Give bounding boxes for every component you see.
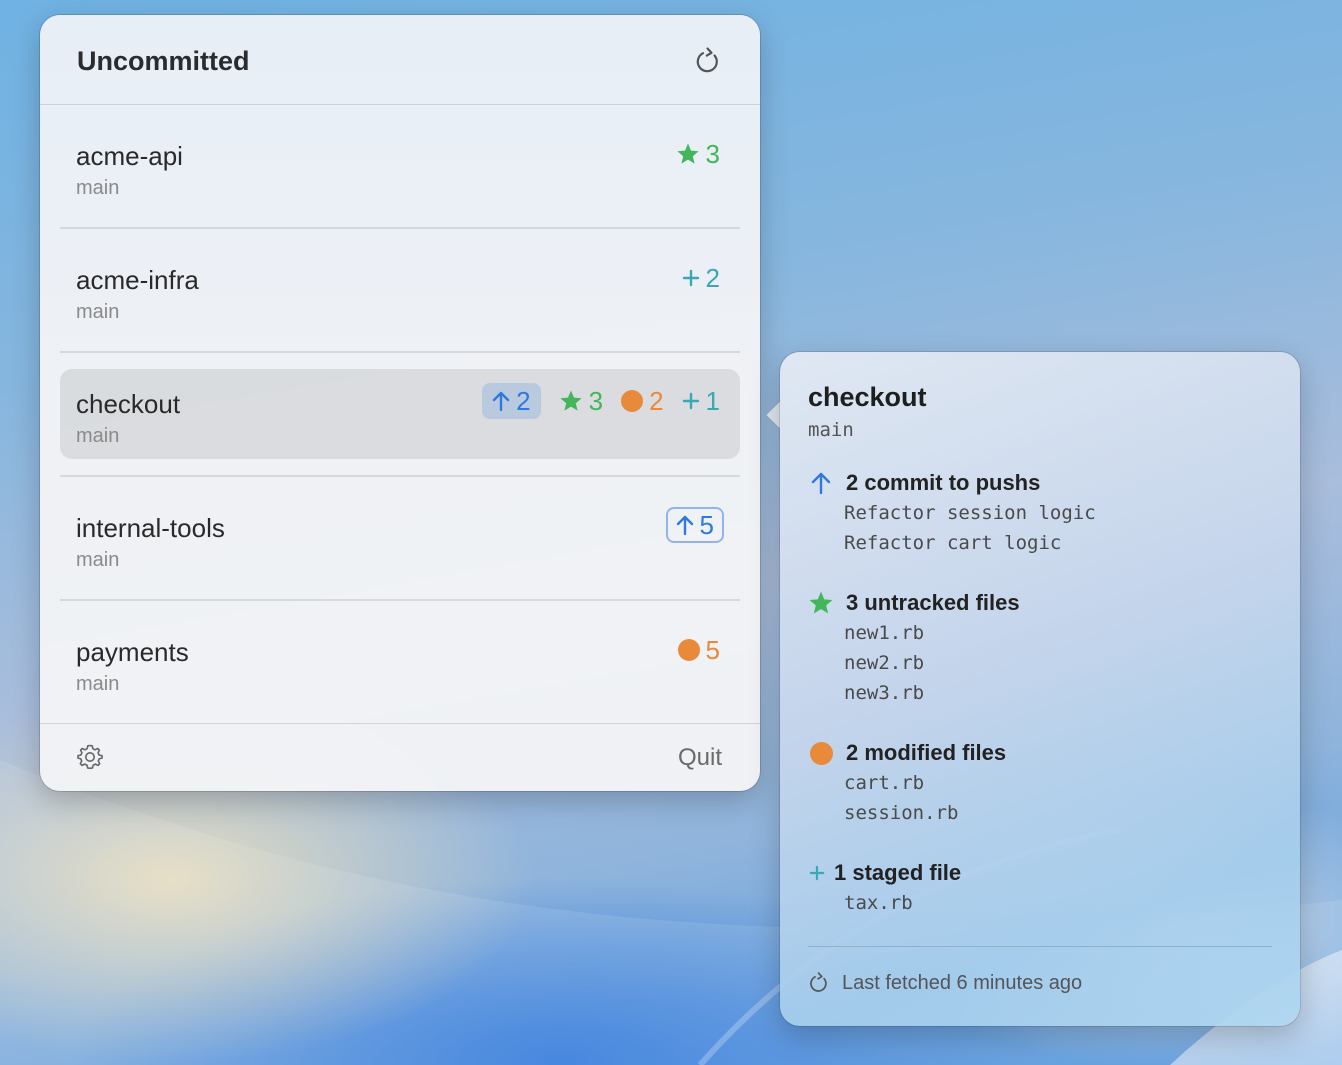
repo-row-payments[interactable]: payments main 5 <box>60 617 740 707</box>
divider <box>808 946 1272 947</box>
arrow-up-icon <box>808 470 834 496</box>
modified-heading: 2 modified files <box>846 740 1007 765</box>
plus-icon <box>808 860 826 886</box>
file-item: new2.rb <box>844 652 925 674</box>
last-fetched-text: Last fetched 6 minutes ago <box>842 971 1083 994</box>
divider <box>60 475 740 477</box>
repo-branch: main <box>76 673 120 695</box>
quit-button[interactable]: Quit <box>678 744 722 772</box>
last-fetched: Last fetched 6 minutes ago <box>808 971 1082 995</box>
divider <box>60 351 740 353</box>
file-item: session.rb <box>844 802 959 824</box>
file-item: cart.rb <box>844 772 925 794</box>
refresh-icon[interactable] <box>694 46 722 76</box>
staged-count: 2 <box>705 263 720 293</box>
detail-branch: main <box>808 419 854 441</box>
push-badge: 2 <box>482 383 541 419</box>
repo-branch: main <box>76 425 120 447</box>
dot-icon <box>808 740 834 766</box>
panel-title: Uncommitted <box>77 46 250 76</box>
repo-row-checkout[interactable]: checkout main 2 3 2 1 <box>60 369 740 459</box>
plus-icon <box>682 392 699 410</box>
detail-title: checkout <box>808 382 927 412</box>
divider <box>60 227 740 229</box>
panel-footer: Quit <box>40 723 760 791</box>
untracked-heading: 3 untracked files <box>846 590 1020 615</box>
untracked-section: 3 untracked files new1.rb new2.rb new3.r… <box>808 588 1278 708</box>
repo-name: acme-infra <box>76 265 199 295</box>
plus-icon <box>682 269 699 287</box>
modified-badge: 2 <box>621 386 664 416</box>
star-icon <box>676 143 699 164</box>
modified-badge: 5 <box>677 635 720 665</box>
modified-section: 2 modified files cart.rb session.rb <box>808 738 1278 828</box>
repo-row-internal-tools[interactable]: internal-tools main 5 <box>60 493 740 583</box>
file-item: new3.rb <box>844 682 925 704</box>
repo-menu-panel: Uncommitted acme-api main 3 acme-infra m… <box>40 15 760 791</box>
divider <box>60 599 740 601</box>
staged-badge: 2 <box>682 265 720 291</box>
file-item: new1.rb <box>844 622 925 644</box>
modified-count: 2 <box>649 386 664 416</box>
gear-icon[interactable] <box>76 743 104 771</box>
repo-row-acme-infra[interactable]: acme-infra main 2 <box>60 245 740 335</box>
staged-badge: 1 <box>682 388 720 414</box>
repo-name: acme-api <box>76 141 183 171</box>
repo-branch: main <box>76 177 120 199</box>
star-icon <box>559 390 582 411</box>
arrow-up-icon <box>676 515 693 536</box>
repo-row-acme-api[interactable]: acme-api main 3 <box>60 121 740 211</box>
push-count: 5 <box>699 510 714 540</box>
dot-icon <box>621 390 644 412</box>
refresh-icon <box>810 972 827 992</box>
staged-heading: 1 staged file <box>834 860 962 885</box>
modified-count: 5 <box>705 635 720 665</box>
push-count: 2 <box>516 386 531 416</box>
untracked-badge: 3 <box>676 141 720 167</box>
dot-icon <box>677 639 700 661</box>
panel-header: Uncommitted <box>40 15 760 105</box>
star-icon <box>808 590 834 616</box>
push-badge: 5 <box>665 507 724 543</box>
untracked-count: 3 <box>588 386 604 416</box>
staged-section: 1 staged file tax.rb <box>808 858 1278 918</box>
push-heading: 2 commit to pushs <box>846 470 1041 495</box>
repo-branch: main <box>76 549 120 571</box>
commit-item: Refactor cart logic <box>844 532 1062 554</box>
repo-name: payments <box>76 637 189 667</box>
repo-detail-popover: checkout main 2 commit to pushs Refactor… <box>780 352 1300 1026</box>
untracked-count: 3 <box>705 139 720 169</box>
push-section: 2 commit to pushs Refactor session logic… <box>808 468 1278 558</box>
staged-count: 1 <box>705 386 720 416</box>
untracked-badge: 3 <box>559 388 603 414</box>
commit-item: Refactor session logic <box>844 502 1096 524</box>
file-item: tax.rb <box>844 892 913 914</box>
arrow-up-icon <box>492 391 510 412</box>
repo-branch: main <box>76 301 120 323</box>
repo-name: internal-tools <box>76 513 225 543</box>
repo-name: checkout <box>76 389 181 419</box>
